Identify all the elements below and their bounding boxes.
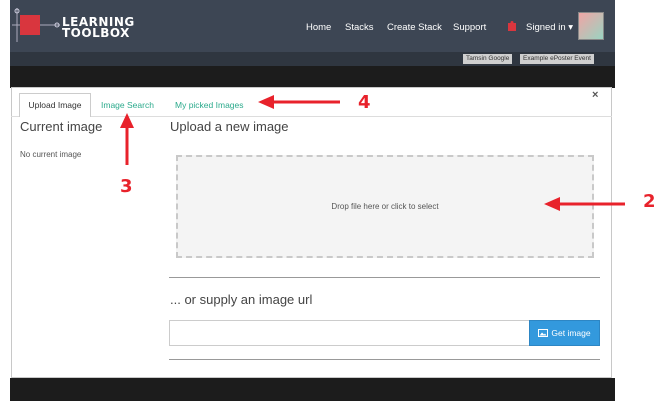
annotation-number-3: 3 bbox=[120, 176, 133, 197]
annotation-arrows bbox=[120, 95, 625, 211]
arrow-4-head bbox=[258, 95, 274, 109]
annotation-number-2: 2 bbox=[643, 191, 655, 212]
annotation-number-4: 4 bbox=[358, 92, 371, 113]
screenshot-root: LEARNING TOOLBOX Home Stacks Create Stac… bbox=[0, 0, 655, 401]
arrow-2-head bbox=[544, 197, 560, 211]
arrow-3-head bbox=[120, 113, 134, 128]
